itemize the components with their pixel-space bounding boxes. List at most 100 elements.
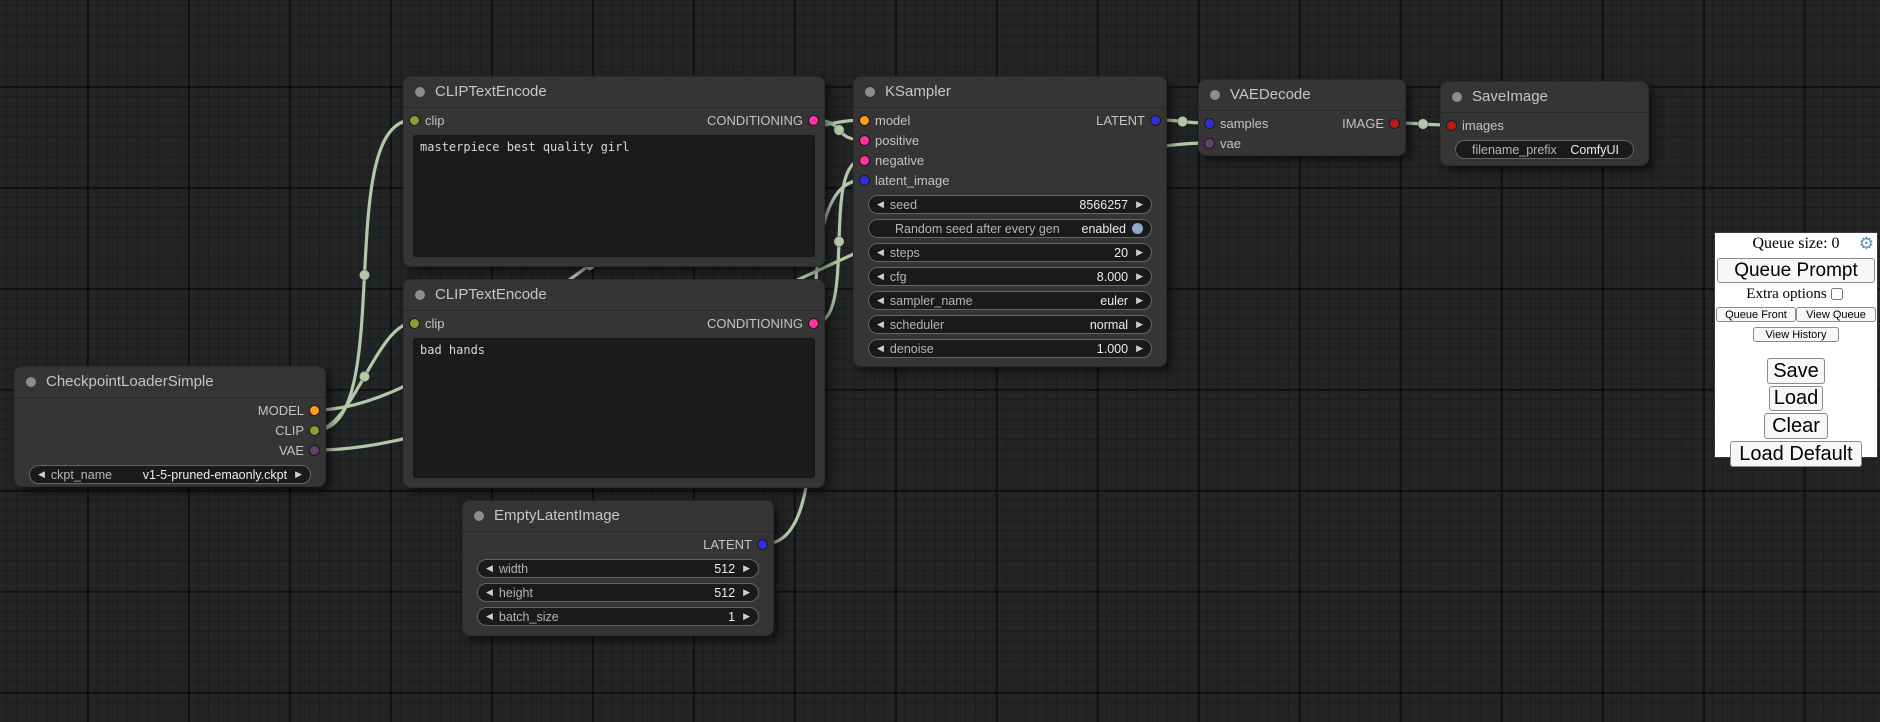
clip-input-slot[interactable] bbox=[409, 318, 420, 329]
widget-decrement-arrow[interactable]: ◀ bbox=[38, 465, 45, 484]
widget-denoise[interactable]: ◀ denoise1.000 ▶ bbox=[868, 339, 1152, 358]
widget-value: 20 bbox=[920, 246, 1128, 260]
node-save-image[interactable]: SaveImageimagesfilename_prefixComfyUI bbox=[1440, 81, 1649, 166]
queue-front-button[interactable]: Queue Front bbox=[1716, 307, 1796, 322]
widget-increment-arrow[interactable]: ▶ bbox=[1136, 315, 1143, 334]
widget-label: height bbox=[499, 586, 533, 600]
widget-increment-arrow[interactable]: ▶ bbox=[743, 607, 750, 626]
widget-height[interactable]: ◀ height512 ▶ bbox=[477, 583, 759, 602]
IMAGE-output-slot[interactable] bbox=[1389, 118, 1400, 129]
extra-options-checkbox[interactable] bbox=[1831, 288, 1843, 300]
widget-decrement-arrow[interactable]: ◀ bbox=[877, 339, 884, 358]
node-collapse-dot[interactable] bbox=[474, 511, 484, 521]
widget-decrement-arrow[interactable]: ◀ bbox=[877, 267, 884, 286]
link-midpoint-dot[interactable] bbox=[359, 270, 369, 280]
widget-decrement-arrow[interactable]: ◀ bbox=[486, 559, 493, 578]
widget-increment-arrow[interactable]: ▶ bbox=[295, 465, 302, 484]
widget-decrement-arrow[interactable]: ◀ bbox=[486, 583, 493, 602]
widget-width[interactable]: ◀width512▶ bbox=[477, 559, 759, 578]
link-midpoint-dot[interactable] bbox=[359, 371, 369, 381]
view-history-button[interactable]: View History bbox=[1753, 327, 1839, 342]
prompt-textarea[interactable] bbox=[413, 338, 815, 478]
node-clip-text-encode-negative[interactable]: CLIPTextEncodeclipCONDITIONING bbox=[403, 279, 825, 488]
widget-decrement-arrow[interactable]: ◀ bbox=[877, 243, 884, 262]
positive-input-label: positive bbox=[875, 131, 919, 151]
widget-label: cfg bbox=[890, 270, 907, 284]
load-default-button[interactable]: Load Default bbox=[1730, 441, 1862, 467]
link-midpoint-dot[interactable] bbox=[1418, 119, 1428, 129]
node-ksampler[interactable]: KSamplermodelLATENTpositivenegativelaten… bbox=[853, 76, 1167, 367]
LATENT-output-slot[interactable] bbox=[1150, 115, 1161, 126]
link-midpoint-dot[interactable] bbox=[1177, 116, 1187, 126]
clear-button[interactable]: Clear bbox=[1764, 413, 1828, 439]
model-input-slot[interactable] bbox=[859, 115, 870, 126]
widget-increment-arrow[interactable]: ▶ bbox=[1136, 339, 1143, 358]
widget-decrement-arrow[interactable]: ◀ bbox=[486, 607, 493, 626]
prompt-textarea[interactable] bbox=[413, 135, 815, 257]
widget-decrement-arrow[interactable]: ◀ bbox=[877, 195, 884, 214]
widget-decrement-arrow[interactable]: ◀ bbox=[877, 315, 884, 334]
VAE-output-slot[interactable] bbox=[309, 445, 320, 456]
positive-input-slot[interactable] bbox=[859, 135, 870, 146]
node-collapse-dot[interactable] bbox=[415, 290, 425, 300]
images-input-slot[interactable] bbox=[1446, 120, 1457, 131]
widget-increment-arrow[interactable]: ▶ bbox=[743, 583, 750, 602]
widget-label: denoise bbox=[890, 342, 934, 356]
widget-increment-arrow[interactable]: ▶ bbox=[1136, 267, 1143, 286]
widget-increment-arrow[interactable]: ▶ bbox=[1136, 195, 1143, 214]
node-collapse-dot[interactable] bbox=[1452, 92, 1462, 102]
node-collapse-dot[interactable] bbox=[26, 377, 36, 387]
widget-value: 8566257 bbox=[917, 198, 1128, 212]
load-button[interactable]: Load bbox=[1769, 386, 1823, 411]
widget-random-seed-after-every-gen[interactable]: Random seed after every genenabled bbox=[868, 219, 1152, 238]
widget-seed[interactable]: ◀seed8566257▶ bbox=[868, 195, 1152, 214]
node-collapse-dot[interactable] bbox=[865, 87, 875, 97]
toggle-dot[interactable] bbox=[1132, 223, 1143, 234]
node-collapse-dot[interactable] bbox=[415, 87, 425, 97]
graph-canvas[interactable]: CheckpointLoaderSimpleMODELCLIPVAE◀ckpt_… bbox=[0, 0, 1880, 722]
widget-value: enabled bbox=[1060, 222, 1126, 236]
widget-decrement-arrow[interactable]: ◀ bbox=[877, 291, 884, 310]
latent_image-input-slot[interactable] bbox=[859, 175, 870, 186]
node-collapse-dot[interactable] bbox=[1210, 90, 1220, 100]
widget-label: scheduler bbox=[890, 318, 944, 332]
samples-input-slot[interactable] bbox=[1204, 118, 1215, 129]
widget-value: 1.000 bbox=[934, 342, 1128, 356]
queue-size-row: Queue size: 0 ⚙ bbox=[1715, 233, 1877, 256]
widget-value: 8.000 bbox=[907, 270, 1128, 284]
widget-filename_prefix[interactable]: filename_prefixComfyUI bbox=[1455, 140, 1634, 159]
MODEL-output-slot[interactable] bbox=[309, 405, 320, 416]
widget-scheduler[interactable]: ◀schedulernormal▶ bbox=[868, 315, 1152, 334]
MODEL-output-label: MODEL bbox=[258, 401, 304, 421]
vae-input-slot[interactable] bbox=[1204, 138, 1215, 149]
node-checkpoint-loader[interactable]: CheckpointLoaderSimpleMODELCLIPVAE◀ckpt_… bbox=[14, 366, 326, 487]
node-clip-text-encode-positive[interactable]: CLIPTextEncodeclipCONDITIONING bbox=[403, 76, 825, 267]
widget-increment-arrow[interactable]: ▶ bbox=[1136, 243, 1143, 262]
link-midpoint-dot[interactable] bbox=[834, 125, 844, 135]
widget-ckpt_name[interactable]: ◀ckpt_namev1-5-pruned-emaonly.ckpt▶ bbox=[29, 465, 311, 484]
CONDITIONING-output-slot[interactable] bbox=[808, 115, 819, 126]
LATENT-output-slot[interactable] bbox=[757, 539, 768, 550]
widget-label: sampler_name bbox=[890, 294, 973, 308]
link-midpoint-dot[interactable] bbox=[834, 236, 844, 246]
VAE-output-label: VAE bbox=[279, 441, 304, 461]
widget-cfg[interactable]: ◀ cfg8.000 ▶ bbox=[868, 267, 1152, 286]
node-empty-latent-image[interactable]: EmptyLatentImageLATENT◀width512▶◀height5… bbox=[462, 500, 774, 636]
save-button[interactable]: Save bbox=[1767, 358, 1825, 384]
clip-input-slot[interactable] bbox=[409, 115, 420, 126]
node-title: SaveImage bbox=[1472, 82, 1548, 112]
view-queue-button[interactable]: View Queue bbox=[1796, 307, 1876, 322]
negative-input-slot[interactable] bbox=[859, 155, 870, 166]
CONDITIONING-output-slot[interactable] bbox=[808, 318, 819, 329]
widget-batch_size[interactable]: ◀batch_size1▶ bbox=[477, 607, 759, 626]
widget-steps[interactable]: ◀steps20▶ bbox=[868, 243, 1152, 262]
CLIP-output-slot[interactable] bbox=[309, 425, 320, 436]
widget-value: 512 bbox=[533, 586, 735, 600]
gear-icon[interactable]: ⚙ bbox=[1859, 235, 1874, 252]
LATENT-output-label: LATENT bbox=[703, 535, 752, 555]
widget-sampler_name[interactable]: ◀sampler_nameeuler▶ bbox=[868, 291, 1152, 310]
widget-increment-arrow[interactable]: ▶ bbox=[1136, 291, 1143, 310]
node-vae-decode[interactable]: VAEDecodesamplesIMAGEvae bbox=[1198, 79, 1406, 156]
widget-increment-arrow[interactable]: ▶ bbox=[743, 559, 750, 578]
queue-prompt-button[interactable]: Queue Prompt bbox=[1717, 258, 1875, 283]
